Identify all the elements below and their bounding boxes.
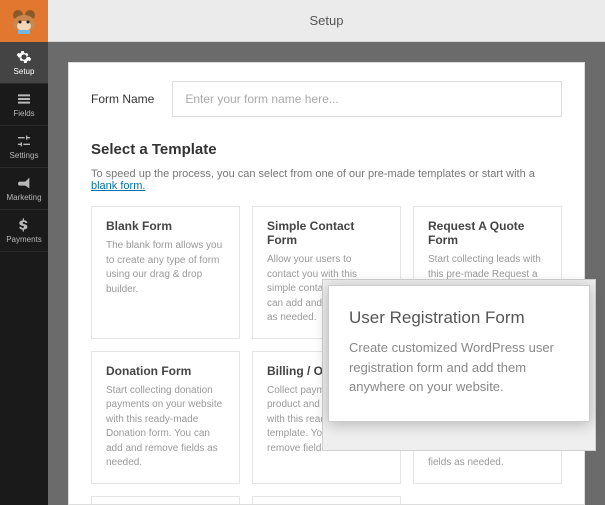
section-description: To speed up the process, you can select …: [91, 168, 562, 192]
sidebar-item-fields[interactable]: Fields: [0, 84, 48, 126]
sidebar-item-setup[interactable]: Setup: [0, 42, 48, 84]
template-tooltip: User Registration Form Create customized…: [328, 285, 590, 422]
template-desc: The blank form allows you to create any …: [106, 239, 225, 297]
mascot-icon: [8, 8, 40, 34]
form-name-input[interactable]: [172, 81, 562, 117]
template-title: Donation Form: [106, 364, 225, 378]
sidebar-item-label: Payments: [6, 235, 42, 244]
sidebar-item-label: Marketing: [6, 193, 41, 202]
sidebar-item-payments[interactable]: Payments: [0, 210, 48, 252]
blank-form-link[interactable]: blank form.: [91, 180, 145, 192]
dollar-icon: [16, 217, 32, 233]
template-title: Blank Form: [106, 219, 225, 233]
template-title: Request A Quote Form: [428, 219, 547, 247]
sidebar-item-settings[interactable]: Settings: [0, 126, 48, 168]
form-name-row: Form Name: [91, 81, 562, 117]
app-logo: [0, 0, 48, 42]
sliders-icon: [16, 133, 32, 149]
section-desc-text: To speed up the process, you can select …: [91, 168, 535, 180]
template-card-user-registration[interactable]: User Registration Form Allow your users …: [252, 496, 401, 505]
sidebar-item-label: Setup: [14, 67, 35, 76]
tooltip-title: User Registration Form: [349, 308, 569, 328]
template-card-donation[interactable]: Donation Form Start collecting donation …: [91, 351, 240, 484]
list-icon: [16, 91, 32, 107]
tab-setup[interactable]: Setup: [48, 0, 605, 42]
tooltip-desc: Create customized WordPress user registr…: [349, 338, 569, 397]
gear-icon: [16, 49, 32, 65]
template-card-blank[interactable]: Blank Form The blank form allows you to …: [91, 206, 240, 339]
sidebar-item-marketing[interactable]: Marketing: [0, 168, 48, 210]
template-desc: Start collecting donation payments on yo…: [106, 384, 225, 471]
template-title: Simple Contact Form: [267, 219, 386, 247]
form-name-label: Form Name: [91, 92, 154, 106]
sidebar-item-label: Settings: [10, 151, 39, 160]
bullhorn-icon: [16, 175, 32, 191]
sidebar-item-label: Fields: [13, 109, 34, 118]
section-title: Select a Template: [91, 141, 562, 158]
sidebar: Setup Fields Settings Marketing Payments: [0, 0, 48, 505]
tab-label: Setup: [310, 13, 344, 28]
template-card-suggestion[interactable]: Suggestion Form Ask your users for sugge…: [91, 496, 240, 505]
